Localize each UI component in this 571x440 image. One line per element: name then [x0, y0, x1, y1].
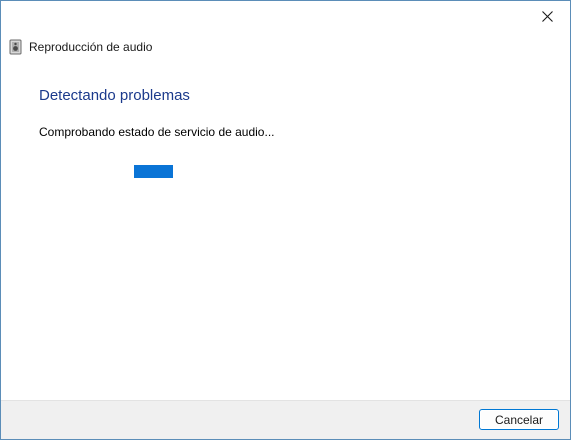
close-icon: [541, 10, 553, 22]
page-heading: Detectando problemas: [39, 87, 190, 104]
footer-bar: Cancelar: [1, 400, 570, 439]
speaker-troubleshooter-icon: [9, 39, 22, 55]
status-text: Comprobando estado de servicio de audio.…: [39, 125, 275, 139]
cancel-button[interactable]: Cancelar: [479, 409, 559, 430]
troubleshooter-window: Reproducción de audio Detectando problem…: [0, 0, 571, 440]
close-button[interactable]: [524, 1, 570, 31]
title-bar: Reproducción de audio: [9, 38, 152, 56]
progress-indicator: [134, 165, 173, 178]
progress-bar: [41, 165, 235, 178]
window-title: Reproducción de audio: [29, 40, 153, 54]
